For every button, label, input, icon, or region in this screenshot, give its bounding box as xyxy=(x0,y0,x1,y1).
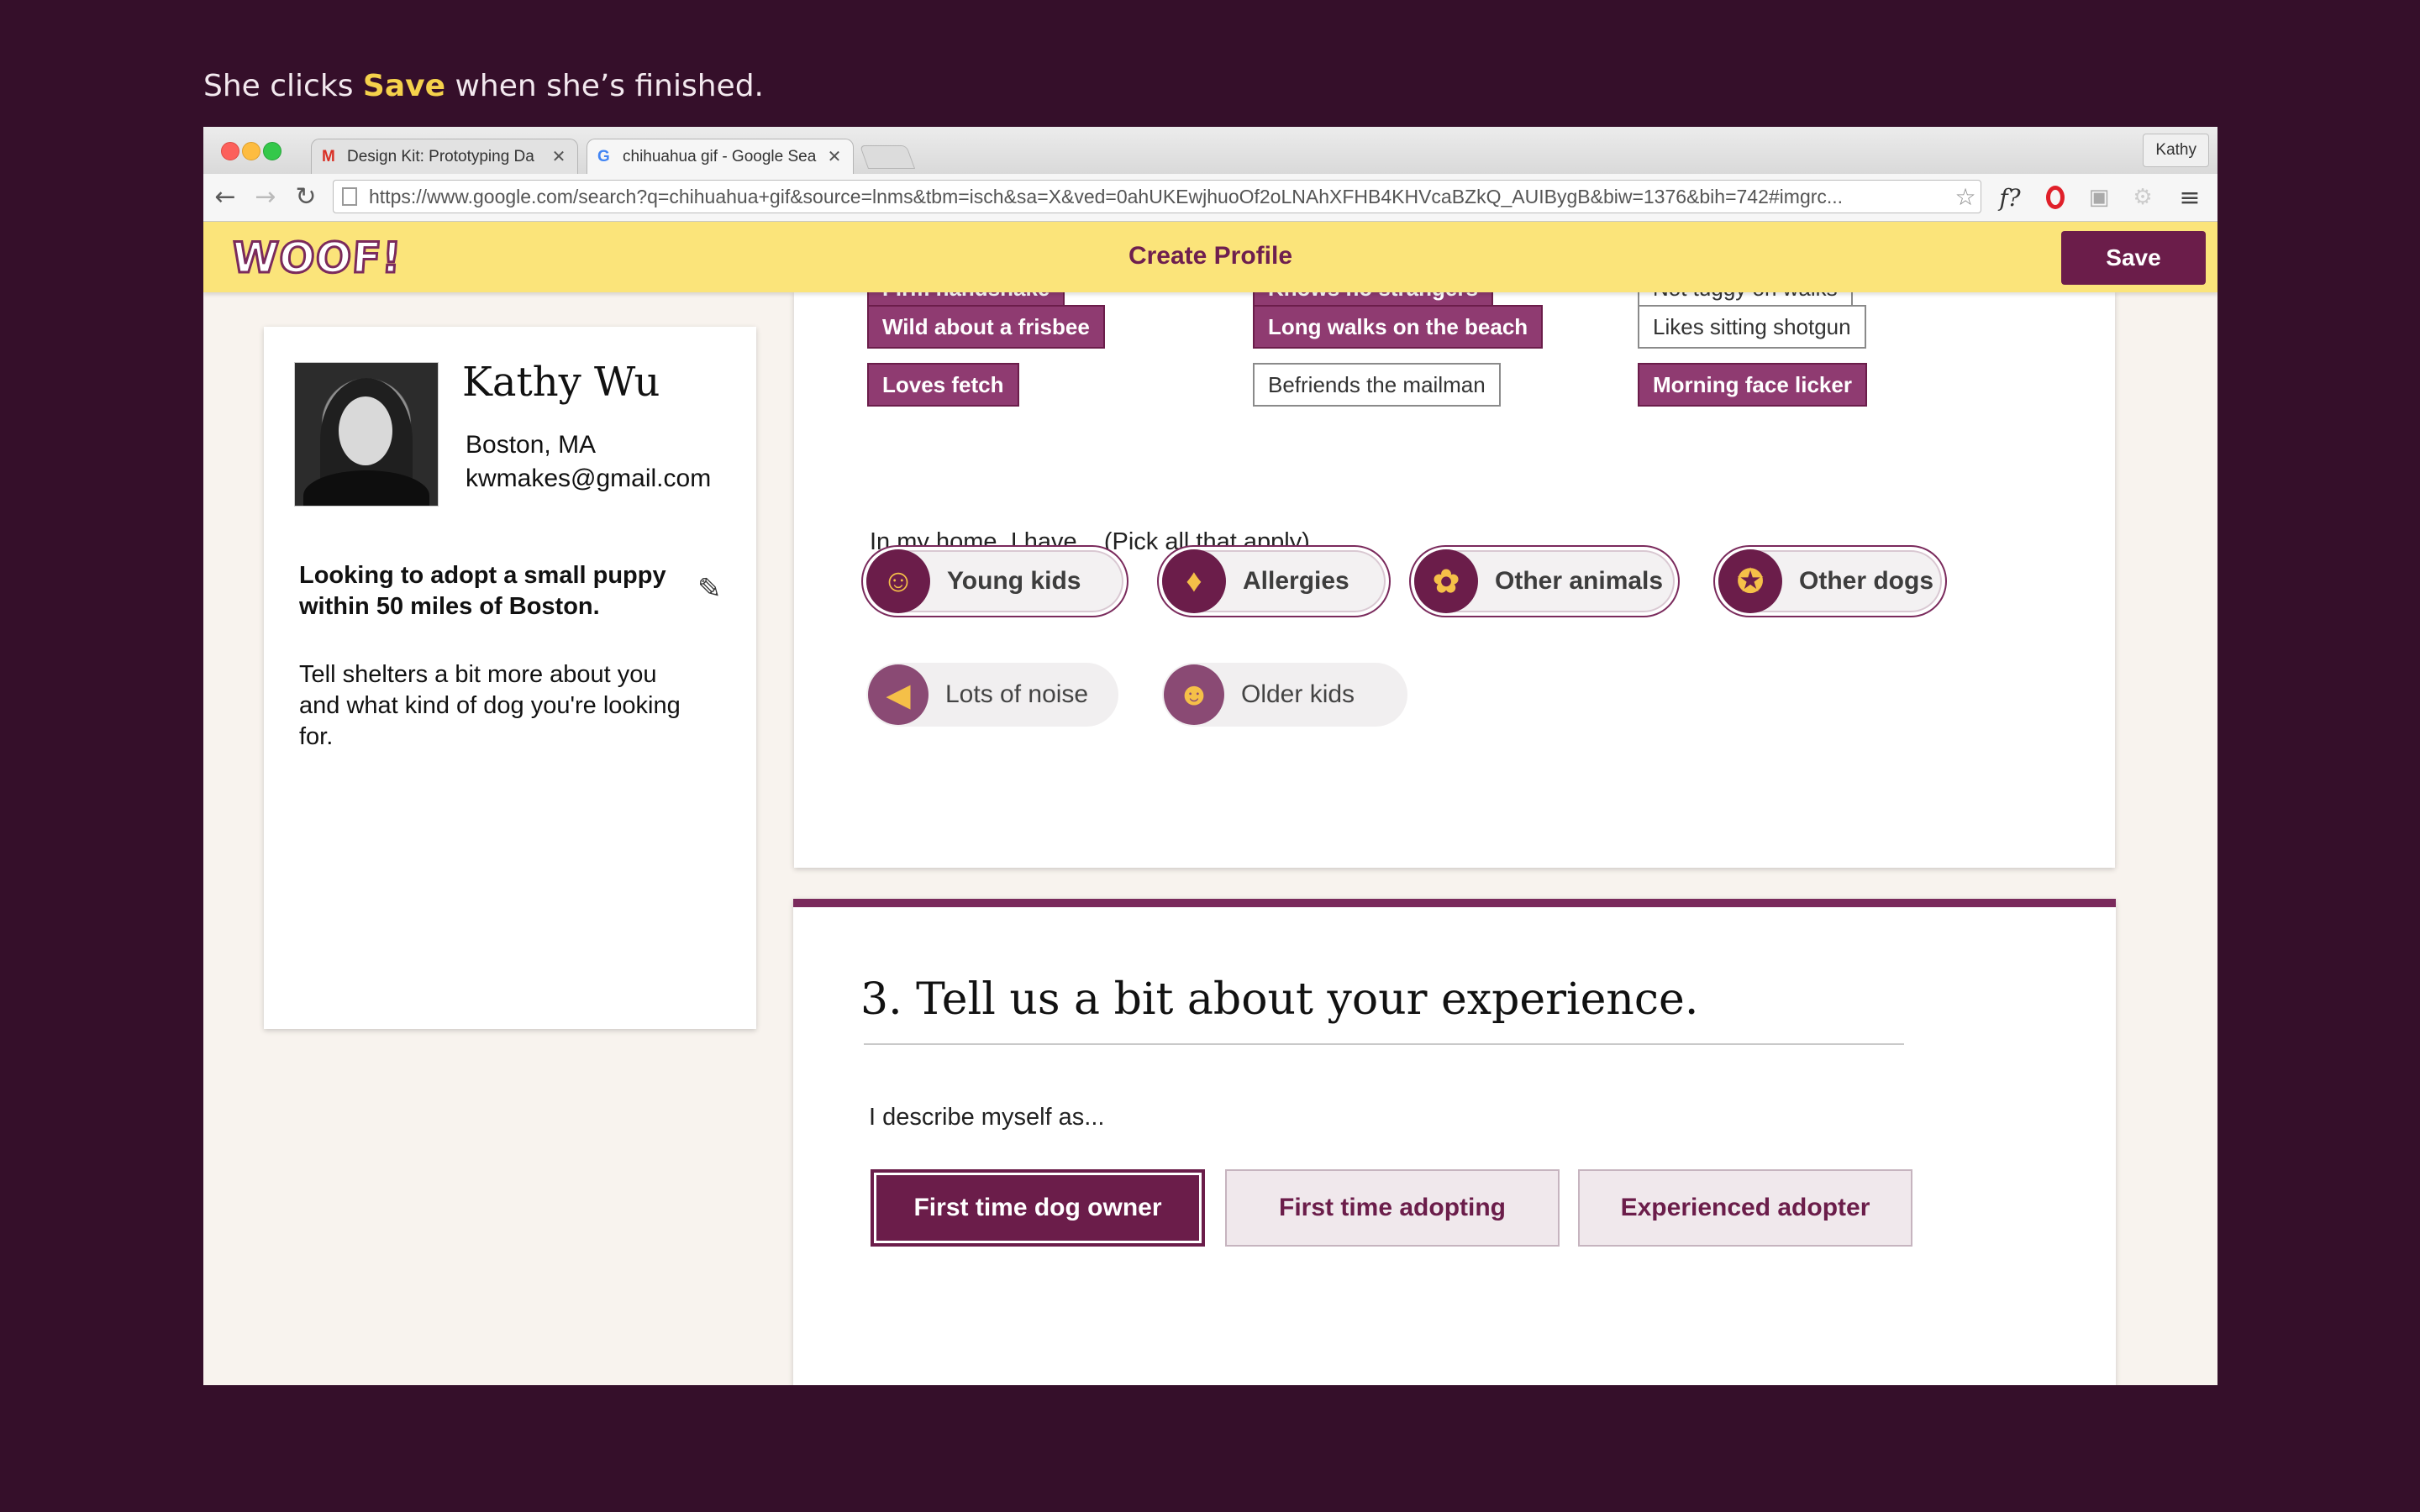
new-tab-button[interactable] xyxy=(859,145,916,169)
pencil-edit-icon[interactable]: ✎ xyxy=(697,572,722,606)
page-icon xyxy=(342,187,357,206)
trait-morning-face-licker[interactable]: Morning face licker xyxy=(1638,363,1867,407)
minimize-window-button[interactable] xyxy=(242,142,260,160)
font-extension-icon[interactable]: f? xyxy=(1993,181,2027,214)
profile-location: Boston, MA xyxy=(466,431,597,459)
tab-google-search[interactable]: G chihuahua gif - Google Sea ✕ xyxy=(587,139,854,174)
child-icon: ☻ xyxy=(1164,664,1224,725)
back-arrow-icon[interactable]: ← xyxy=(210,181,240,213)
experience-question: I describe myself as... xyxy=(869,1104,1105,1131)
caption-highlight: Save xyxy=(362,69,446,103)
reload-icon[interactable]: ↻ xyxy=(291,181,321,213)
home-option-young-kids[interactable]: ☺ Young kids xyxy=(861,545,1128,617)
trait-likes-sitting-shotgun[interactable]: Likes sitting shotgun xyxy=(1638,305,1866,349)
forward-arrow-icon[interactable]: → xyxy=(250,181,281,213)
profile-button[interactable]: Kathy xyxy=(2143,134,2209,167)
close-tab-icon[interactable]: ✕ xyxy=(826,146,843,167)
gmail-icon: M xyxy=(322,147,335,165)
trait-long-walks-beach[interactable]: Long walks on the beach xyxy=(1253,305,1544,349)
close-window-button[interactable] xyxy=(221,142,239,160)
tab-bar: M Design Kit: Prototyping Da ✕ G chihuah… xyxy=(203,127,2217,175)
profile-hint: Tell shelters a bit more about you and w… xyxy=(299,661,681,750)
page-title: Create Profile xyxy=(1128,242,1293,270)
zoom-window-button[interactable] xyxy=(263,142,281,160)
experience-experienced-adopter[interactable]: Experienced adopter xyxy=(1578,1169,1912,1247)
tab-gmail[interactable]: M Design Kit: Prototyping Da ✕ xyxy=(311,139,578,174)
home-option-other-animals[interactable]: ✿ Other animals xyxy=(1409,545,1680,617)
experience-card: 3. Tell us a bit about your experience. … xyxy=(793,899,2116,1385)
bookmark-star-icon[interactable]: ☆ xyxy=(1950,183,1981,211)
home-option-lots-of-noise[interactable]: ◀ Lots of noise xyxy=(866,663,1118,727)
profile-name: Kathy Wu xyxy=(462,359,660,406)
megaphone-icon: ◀ xyxy=(868,664,929,725)
trait-befriends-mailman[interactable]: Befriends the mailman xyxy=(1253,363,1501,407)
baby-icon: ☺ xyxy=(866,549,930,613)
google-icon: G xyxy=(597,147,610,165)
dog-icon: ✪ xyxy=(1718,549,1782,613)
slide-caption: She clicks Save when she’s finished. xyxy=(203,69,764,103)
app-header: WOOF! Create Profile Save xyxy=(203,222,2217,292)
home-traits-card: Firm handshake Knows no strangers Not tu… xyxy=(794,266,2115,868)
home-option-other-dogs[interactable]: ✪ Other dogs xyxy=(1713,545,1947,617)
experience-first-time-adopting[interactable]: First time adopting xyxy=(1225,1169,1560,1247)
profile-email: kwmakes@gmail.com xyxy=(466,465,712,492)
gear-extension-icon[interactable]: ⚙ xyxy=(2126,181,2160,214)
experience-first-time-dog-owner[interactable]: First time dog owner xyxy=(871,1169,1205,1247)
section-divider xyxy=(864,1043,1904,1045)
nose-icon: ♦ xyxy=(1162,549,1226,613)
save-button[interactable]: Save xyxy=(2061,231,2206,285)
opera-extension-icon[interactable] xyxy=(2039,181,2072,214)
avatar xyxy=(294,362,439,507)
hamster-icon: ✿ xyxy=(1414,549,1478,613)
address-bar[interactable]: https://www.google.com/search?q=chihuahu… xyxy=(333,180,1981,213)
profile-goal: Looking to adopt a small puppy within 50… xyxy=(299,562,666,620)
section-title: 3. Tell us a bit about your experience. xyxy=(860,974,1699,1025)
browser-toolbar: ← → ↻ https://www.google.com/search?q=ch… xyxy=(203,174,2217,222)
trait-loves-fetch[interactable]: Loves fetch xyxy=(867,363,1019,407)
camera-extension-icon[interactable]: ▣ xyxy=(2082,181,2116,214)
home-option-allergies[interactable]: ♦ Allergies xyxy=(1157,545,1391,617)
close-tab-icon[interactable]: ✕ xyxy=(550,146,567,167)
menu-icon[interactable]: ≡ xyxy=(2173,181,2207,214)
url-text: https://www.google.com/search?q=chihuahu… xyxy=(369,185,1844,207)
home-option-older-kids[interactable]: ☻ Older kids xyxy=(1162,663,1407,727)
trait-wild-about-frisbee[interactable]: Wild about a frisbee xyxy=(867,305,1105,349)
profile-card: Kathy Wu Boston, MA kwmakes@gmail.com Lo… xyxy=(264,327,756,1029)
browser-window: M Design Kit: Prototyping Da ✕ G chihuah… xyxy=(203,127,2217,1385)
